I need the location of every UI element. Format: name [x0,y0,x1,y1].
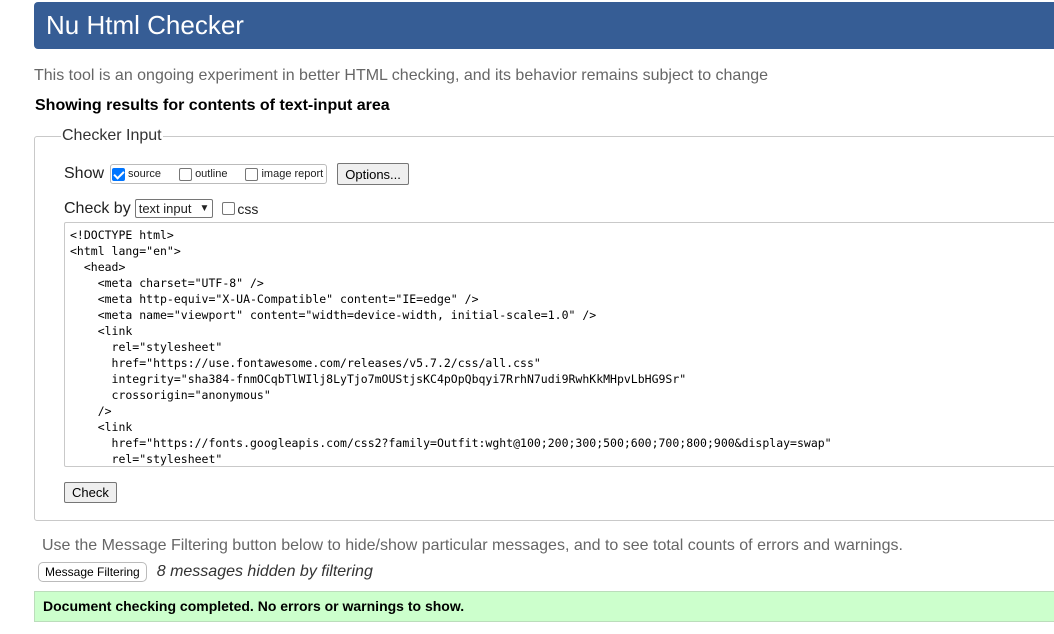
check-by-label: Check by [64,199,131,217]
show-option-group: source outline image report [110,164,328,184]
show-label: Show [64,165,105,182]
chevron-down-icon: ▼ [199,203,210,214]
check-by-row: Check by text input ▼ css [64,199,258,218]
options-button[interactable]: Options... [337,163,409,185]
result-success-message: Document checking completed. No errors o… [34,591,1054,622]
css-label: css [237,200,259,217]
message-filtering-button[interactable]: Message Filtering [38,562,147,582]
source-code-text: <!DOCTYPE html> <html lang="en"> <head> … [70,228,832,466]
show-image-report-option[interactable]: image report [245,167,324,181]
show-source-option[interactable]: source [112,167,162,181]
filter-row: Message Filtering 8 messages hidden by f… [38,562,373,582]
show-options-row: Show source outline image report Options… [64,163,409,185]
show-outline-option[interactable]: outline [179,167,228,181]
filter-info-text: Use the Message Filtering button below t… [42,537,903,554]
checker-input-legend: Checker Input [62,127,162,144]
source-label: source [128,168,162,180]
check-button[interactable]: Check [64,482,117,503]
source-checkbox[interactable] [112,167,126,181]
outline-label: outline [195,168,228,180]
app-header: Nu Html Checker [34,2,1054,49]
source-textarea[interactable]: <!DOCTYPE html> <html lang="en"> <head> … [64,222,1054,467]
check-by-value: text input [138,201,192,216]
outline-checkbox[interactable] [179,167,193,181]
css-checkbox[interactable] [222,202,236,215]
image-report-checkbox[interactable] [245,167,259,181]
results-heading: Showing results for contents of text-inp… [35,97,390,114]
css-option[interactable]: css [222,201,258,217]
page-title: Nu Html Checker [46,10,244,40]
image-report-label: image report [261,168,324,180]
hidden-messages-count: 8 messages hidden by filtering [156,563,373,580]
check-by-select[interactable]: text input ▼ [134,199,214,218]
intro-text: This tool is an ongoing experiment in be… [34,67,769,84]
